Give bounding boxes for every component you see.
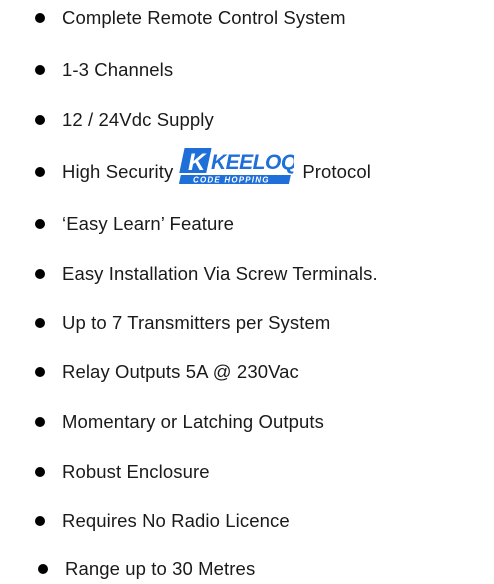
bullet-icon <box>35 269 45 279</box>
feature-label: Complete Remote Control System <box>62 7 346 28</box>
keeloq-logo-mark: K <box>188 149 207 176</box>
bullet-icon <box>35 115 45 125</box>
feature-label: Momentary or Latching Outputs <box>62 411 325 432</box>
bullet-icon <box>35 516 45 526</box>
feature-label-prefix: High Security <box>62 161 174 182</box>
feature-item-security: High Security K KEELOQ CODE HOPPING Prot… <box>35 148 371 187</box>
feature-label-suffix: Protocol <box>302 161 371 182</box>
keeloq-logo: K KEELOQ CODE HOPPING <box>179 146 294 186</box>
feature-item: 1-3 Channels <box>35 55 173 85</box>
feature-item: 12 / 24Vdc Supply <box>35 105 214 135</box>
feature-label: ‘Easy Learn’ Feature <box>62 213 235 234</box>
bullet-icon <box>35 318 45 328</box>
feature-label: Easy Installation Via Screw Terminals. <box>62 263 378 284</box>
feature-list: Complete Remote Control System 1-3 Chann… <box>0 0 494 581</box>
bullet-icon <box>38 564 48 574</box>
feature-item: Range up to 30 Metres <box>38 554 255 584</box>
bullet-icon <box>35 65 45 75</box>
bullet-icon <box>35 219 45 229</box>
feature-label: Relay Outputs 5A @ 230Vac <box>62 361 299 382</box>
feature-item: Requires No Radio Licence <box>35 506 290 536</box>
feature-label: Requires No Radio Licence <box>62 510 290 531</box>
feature-item: ‘Easy Learn’ Feature <box>35 209 234 239</box>
bullet-icon <box>35 417 45 427</box>
keeloq-logo-name: KEELOQ <box>211 151 294 174</box>
bullet-icon <box>35 367 45 377</box>
feature-item: Up to 7 Transmitters per System <box>35 308 330 338</box>
feature-label: Robust Enclosure <box>62 461 210 482</box>
feature-item: Momentary or Latching Outputs <box>35 407 324 437</box>
feature-label: Range up to 30 Metres <box>65 558 256 579</box>
feature-label: 1-3 Channels <box>62 59 174 80</box>
bullet-icon <box>35 13 45 23</box>
bullet-icon <box>35 167 45 177</box>
feature-item: Complete Remote Control System <box>35 3 346 33</box>
feature-item: Relay Outputs 5A @ 230Vac <box>35 357 299 387</box>
feature-item: Easy Installation Via Screw Terminals. <box>35 259 378 289</box>
bullet-icon <box>35 467 45 477</box>
feature-label: Up to 7 Transmitters per System <box>62 312 331 333</box>
feature-label: 12 / 24Vdc Supply <box>62 109 214 130</box>
keeloq-logo-tagline: CODE HOPPING <box>193 176 270 185</box>
feature-item: Robust Enclosure <box>35 457 210 487</box>
